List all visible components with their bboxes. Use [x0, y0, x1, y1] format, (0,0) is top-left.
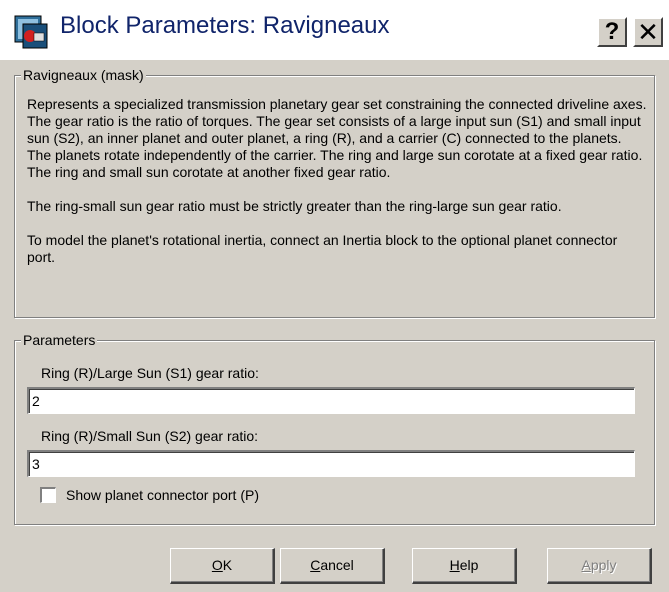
window-title: Block Parameters: Ravigneaux: [60, 12, 390, 39]
help-mnemonic: H: [449, 557, 460, 573]
apply-mnemonic: A: [581, 557, 591, 573]
mask-description-group: Ravigneaux (mask) Represents a specializ…: [14, 66, 655, 318]
description-paragraph: To model the planet's rotational inertia…: [27, 232, 618, 265]
planet-port-checkbox[interactable]: [40, 487, 56, 503]
help-button[interactable]: Help: [412, 548, 517, 584]
cancel-mnemonic: C: [310, 557, 321, 573]
ok-mnemonic: O: [211, 557, 223, 573]
description-paragraph: The ring-small sun gear ratio must be st…: [27, 198, 562, 214]
apply-button[interactable]: Apply: [547, 548, 652, 584]
ring-large-sun-ratio-field[interactable]: [27, 387, 635, 414]
ratio2-label: Ring (R)/Small Sun (S2) gear ratio:: [41, 428, 259, 444]
help-label-rest: elp: [459, 557, 479, 573]
apply-label-rest: pply: [590, 557, 617, 573]
ok-button[interactable]: OK: [170, 548, 275, 584]
cancel-button[interactable]: Cancel: [280, 548, 385, 584]
help-title-button[interactable]: ?: [597, 17, 627, 47]
title-bar[interactable]: Block Parameters: Ravigneaux ? ✕: [0, 0, 669, 60]
cancel-label-rest: ancel: [320, 557, 354, 573]
simulink-block-icon: [14, 15, 48, 49]
parameters-group-legend: Parameters: [21, 331, 98, 349]
ratio1-label: Ring (R)/Large Sun (S1) gear ratio:: [41, 365, 259, 381]
planet-port-checkbox-label[interactable]: Show planet connector port (P): [66, 487, 259, 504]
description-paragraph: Represents a specialized transmission pl…: [27, 96, 647, 180]
ring-small-sun-ratio-field[interactable]: [27, 450, 635, 477]
mask-description: Represents a specialized transmission pl…: [27, 96, 647, 283]
ok-label-rest: K: [222, 557, 233, 573]
close-button[interactable]: ✕: [633, 17, 663, 47]
mask-group-legend: Ravigneaux (mask): [21, 66, 146, 84]
